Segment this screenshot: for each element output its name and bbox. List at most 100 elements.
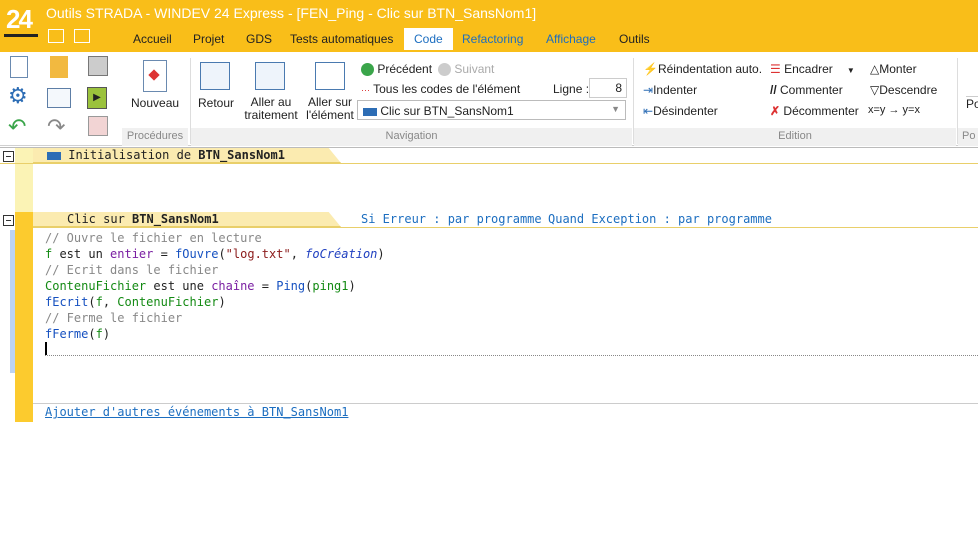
encadrer-button[interactable]: ☰ Encadrer ▼	[770, 62, 855, 76]
desindenter-button[interactable]: ⇤Désindenter	[643, 104, 718, 118]
tab-gds[interactable]: GDS	[236, 28, 282, 50]
uncomment-icon: ✗	[770, 104, 781, 118]
code-token: f	[95, 327, 103, 341]
open-folder-icon[interactable]	[50, 56, 68, 78]
tab-refactoring[interactable]: Refactoring	[452, 28, 533, 50]
swap-button[interactable]: x=y → y=x	[868, 104, 920, 116]
code-token: ,	[290, 247, 306, 261]
code-line[interactable]: // Ecrit dans le fichier	[45, 262, 385, 278]
save-icon[interactable]	[88, 56, 108, 76]
test-window-icon[interactable]	[47, 88, 71, 108]
group-label-navigation: Navigation	[191, 128, 632, 146]
decommenter-button[interactable]: ✗ Décommenter	[770, 104, 859, 118]
partial-ribbon-item[interactable]: Po	[966, 96, 978, 111]
precedent-label: Précédent	[377, 62, 433, 76]
frame-icon: ☰	[770, 62, 781, 76]
monter-button[interactable]: △Monter	[870, 62, 917, 76]
code-token: est un	[52, 247, 111, 261]
redo-icon[interactable]: ↷	[47, 117, 65, 139]
tab-code[interactable]: Code	[404, 28, 453, 50]
quick-access-grid-icon[interactable]	[48, 29, 64, 43]
windev-logo[interactable]: 24	[6, 4, 40, 38]
reindentation-button[interactable]: ⚡Réindentation auto.	[643, 62, 762, 76]
code-token: // Ouvre le fichier en lecture	[45, 231, 262, 245]
tab-affichage[interactable]: Affichage	[536, 28, 606, 50]
group-label-partial: Po	[958, 128, 978, 146]
group-label-edition: Edition	[634, 128, 956, 146]
collapse-init-icon[interactable]	[3, 151, 14, 162]
new-file-icon[interactable]	[10, 56, 28, 78]
hierarchy-icon[interactable]	[88, 116, 108, 136]
code-lines[interactable]: // Ouvre le fichier en lecture f est un e…	[45, 230, 385, 358]
code-line[interactable]: fFerme(f)	[45, 326, 385, 342]
aller-element-button[interactable]: Aller sur l'élément	[304, 96, 356, 122]
suivant-button[interactable]: Suivant	[438, 62, 494, 77]
tab-tests-automatiques[interactable]: Tests automatiques	[280, 28, 403, 50]
click-prefix: Clic sur	[67, 212, 133, 226]
decommenter-label: Décommenter	[783, 104, 859, 118]
outdent-icon: ⇤	[643, 104, 654, 118]
click-header-title: Clic sur BTN_SansNom1	[67, 212, 219, 226]
retour-icon[interactable]	[200, 62, 230, 90]
tab-accueil[interactable]: Accueil	[123, 28, 182, 50]
retour-button[interactable]: Retour	[198, 96, 234, 110]
click-name: BTN_SansNom1	[132, 212, 219, 226]
code-token: =	[153, 247, 176, 261]
ligne-input[interactable]: 8	[589, 78, 627, 98]
collapse-click-icon[interactable]	[3, 215, 14, 226]
quick-access-window-icon[interactable]	[74, 29, 90, 43]
comment-icon: //	[770, 83, 777, 97]
move-up-icon: △	[870, 62, 880, 76]
code-token: (	[88, 295, 96, 309]
code-line[interactable]: fEcrit(f, ContenuFichier)	[45, 294, 385, 310]
code-list-icon: ⋯	[361, 85, 370, 95]
nouveau-button[interactable]: Nouveau	[131, 96, 179, 110]
new-procedure-icon[interactable]	[143, 60, 167, 92]
code-token: )	[377, 247, 385, 261]
current-line	[45, 355, 978, 356]
arrow-right-circle-icon	[438, 63, 451, 77]
precedent-button[interactable]: Précédent	[361, 62, 433, 77]
go-icon[interactable]: ▶	[87, 87, 107, 109]
add-events-link[interactable]: Ajouter d'autres événements à BTN_SansNo…	[45, 405, 348, 419]
tous-codes-button[interactable]: ⋯ Tous les codes de l'élément	[361, 82, 520, 96]
button-ok-icon	[47, 151, 61, 160]
code-token: (	[88, 327, 96, 341]
indenter-button[interactable]: ⇥Indenter	[643, 83, 697, 97]
aller-traitement-icon[interactable]	[255, 62, 285, 90]
commenter-button[interactable]: // Commenter	[770, 83, 843, 97]
divider	[0, 163, 978, 164]
exception-handling-link[interactable]: Quand Exception : par programme	[548, 212, 772, 226]
chevron-down-icon[interactable]: ▼	[847, 66, 855, 75]
aller-traitement-button[interactable]: Aller au traitement	[242, 96, 300, 122]
code-line[interactable]: // Ferme le fichier	[45, 310, 385, 326]
tab-outils[interactable]: Outils	[609, 28, 660, 50]
code-token: est une	[146, 279, 212, 293]
code-token: Ping	[276, 279, 306, 293]
code-token: entier	[110, 247, 154, 261]
modified-lines-bar	[10, 230, 15, 373]
tous-codes-label: Tous les codes de l'élément	[373, 82, 521, 96]
ligne-label: Ligne :	[553, 82, 590, 96]
process-combo[interactable]: Clic sur BTN_SansNom1 ▼	[357, 100, 626, 120]
settings-gear-icon[interactable]: ⚙	[8, 86, 28, 108]
monter-label: Monter	[879, 62, 917, 76]
commenter-label: Commenter	[780, 83, 843, 97]
descendre-button[interactable]: ▽Descendre	[870, 83, 937, 97]
chevron-down-icon[interactable]: ▼	[611, 104, 620, 114]
undo-icon[interactable]: ↶	[8, 117, 26, 139]
code-token: ContenuFichier	[45, 279, 147, 293]
code-line[interactable]: f est un entier = fOuvre("log.txt", foCr…	[45, 246, 385, 262]
lightning-icon: ⚡	[643, 62, 658, 76]
code-line[interactable]: // Ouvre le fichier en lecture	[45, 230, 385, 246]
code-token: fOuvre	[175, 247, 219, 261]
code-line[interactable]: ContenuFichier est une chaîne = Ping(pin…	[45, 278, 385, 294]
error-handling-link[interactable]: Si Erreur : par programme	[361, 212, 542, 226]
code-token: f	[95, 295, 103, 309]
code-token: =	[254, 279, 277, 293]
logo-underline	[4, 34, 38, 37]
init-prefix: Initialisation de	[68, 148, 199, 162]
tab-projet[interactable]: Projet	[183, 28, 234, 50]
aller-element-icon[interactable]	[315, 62, 345, 90]
code-token: // Ecrit dans le fichier	[45, 263, 219, 277]
